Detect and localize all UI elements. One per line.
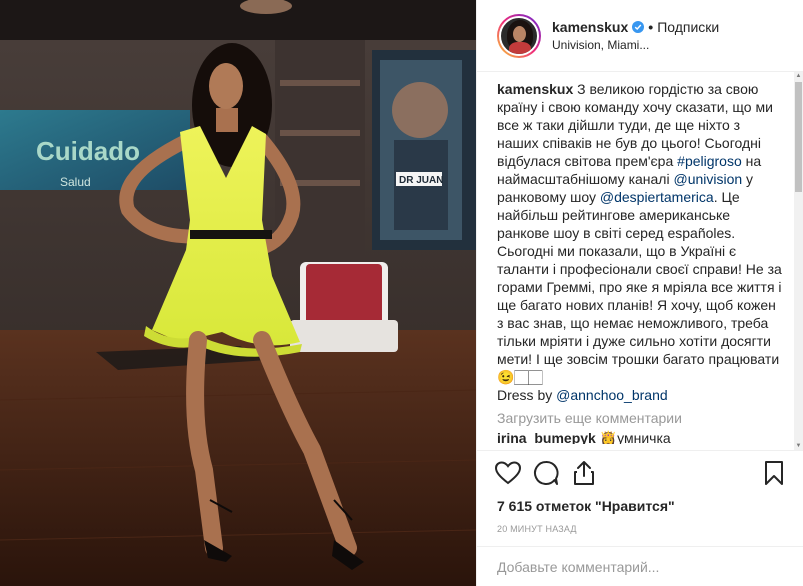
scroll-up-arrow-icon[interactable]: ▲: [795, 72, 802, 80]
likes-count[interactable]: 7 615 отметок "Нравится": [477, 494, 803, 518]
comment-button[interactable]: [531, 458, 561, 488]
caption-dress-text: Dress by: [497, 387, 557, 403]
header-separator: •: [648, 19, 654, 35]
caption-username[interactable]: kamenskux: [497, 81, 573, 97]
comment-icon: [534, 460, 559, 485]
instagram-post: Cuidado Salud DR JUAN kamenskux • Подпис…: [0, 0, 803, 586]
comment-text: 👸умничка: [595, 430, 671, 444]
add-comment-section: [477, 546, 803, 586]
post-actions: [477, 450, 803, 494]
following-button[interactable]: Подписки: [657, 19, 719, 35]
share-icon: [574, 460, 594, 485]
bookmark-icon: [765, 460, 783, 485]
like-button[interactable]: [493, 458, 523, 488]
mention-link-univision[interactable]: @univision: [673, 171, 742, 187]
mention-link-annchoo[interactable]: @annchoo_brand: [556, 387, 668, 403]
avatar-image: [499, 15, 539, 56]
header-line: kamenskux • Подписки: [552, 19, 719, 35]
post-photo-illustration: Cuidado Salud DR JUAN: [0, 0, 476, 586]
share-button[interactable]: [569, 458, 599, 488]
header-text: kamenskux • Подписки Univision, Miami...: [552, 19, 719, 52]
bg-sign-text: Cuidado: [36, 136, 140, 166]
comment-username[interactable]: irina_bumepyk: [497, 430, 596, 444]
header-username[interactable]: kamenskux: [552, 19, 628, 35]
bg-poster-text: DR JUAN: [399, 175, 443, 186]
post-caption: kamenskux З великою гордістю за свою кра…: [497, 80, 785, 404]
post-side-panel: kamenskux • Подписки Univision, Miami...…: [476, 0, 803, 586]
comment-input[interactable]: [497, 558, 783, 575]
scroll-down-arrow-icon[interactable]: ▼: [795, 442, 802, 450]
post-photo[interactable]: Cuidado Salud DR JUAN: [0, 0, 476, 586]
verified-badge-icon: [632, 21, 645, 33]
scroll-thumb[interactable]: [795, 82, 802, 192]
avatar[interactable]: [497, 13, 541, 58]
heart-icon: [495, 460, 521, 484]
comments-area[interactable]: kamenskux З великою гордістю за свою кра…: [477, 72, 803, 450]
hashtag-link[interactable]: #peligroso: [677, 153, 742, 169]
bg-sign-subtext: Salud: [60, 175, 91, 189]
comment-item: irina_bumepyk 👸умничка: [497, 430, 785, 444]
caption-text-4: . Це найбільш рейтингове американське ра…: [497, 189, 782, 385]
post-header: kamenskux • Подписки Univision, Miami...: [477, 0, 803, 72]
location-link[interactable]: Univision, Miami...: [552, 38, 719, 52]
post-timestamp[interactable]: 20 МИНУТ НАЗАД: [477, 518, 803, 540]
load-more-comments-button[interactable]: Загрузить еще комментарии: [497, 410, 785, 426]
mention-link-despiertamerica[interactable]: @despiertamerica: [600, 189, 714, 205]
comments-scrollbar[interactable]: ▲ ▼: [794, 72, 803, 450]
save-button[interactable]: [759, 458, 789, 488]
